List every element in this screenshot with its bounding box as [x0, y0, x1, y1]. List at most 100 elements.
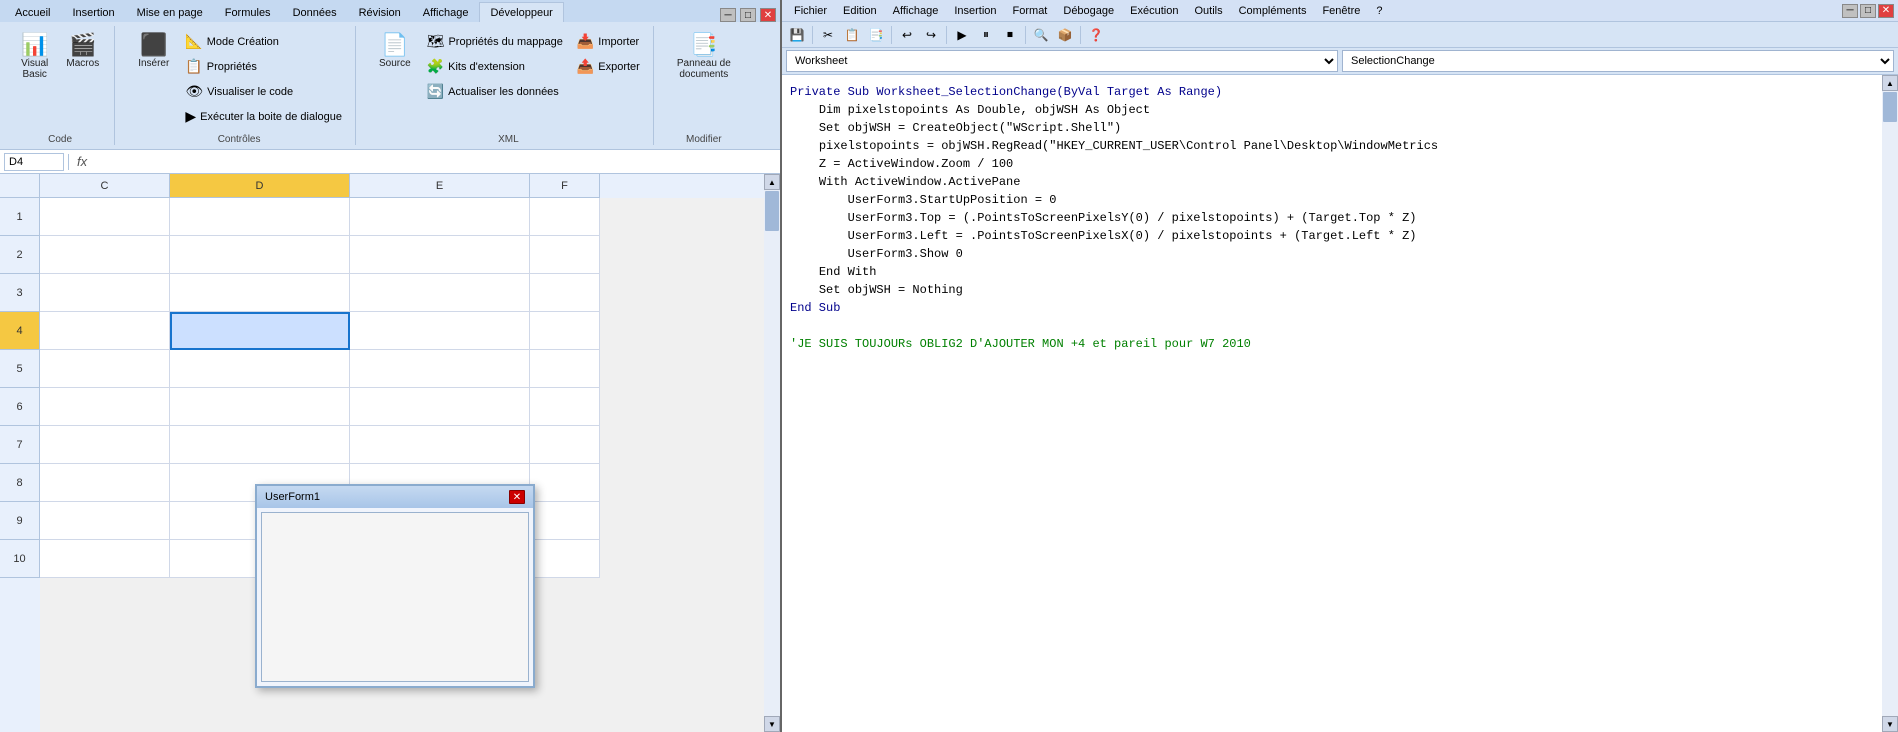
mode-creation-button[interactable]: 📐 Mode Création: [180, 30, 347, 53]
formula-input[interactable]: [95, 156, 776, 168]
cell-e5[interactable]: [350, 350, 530, 388]
cell-c8[interactable]: [40, 464, 170, 502]
vbe-menu-debogage[interactable]: Débogage: [1055, 3, 1122, 19]
vbe-menu-fenetre[interactable]: Fenêtre: [1314, 3, 1368, 19]
cell-d7[interactable]: [170, 426, 350, 464]
cell-f9[interactable]: [530, 502, 600, 540]
vbe-menu-outils[interactable]: Outils: [1186, 3, 1230, 19]
panneau-docs-button[interactable]: 📑 Panneau dedocuments: [670, 30, 738, 84]
row-num-5[interactable]: 5: [0, 350, 40, 388]
cell-e2[interactable]: [350, 236, 530, 274]
cell-reference-input[interactable]: [4, 153, 64, 171]
scroll-thumb[interactable]: [765, 191, 779, 231]
cell-f2[interactable]: [530, 236, 600, 274]
vbe-menu-affichage[interactable]: Affichage: [885, 3, 947, 19]
cell-c3[interactable]: [40, 274, 170, 312]
cell-d5[interactable]: [170, 350, 350, 388]
cell-e1[interactable]: [350, 198, 530, 236]
macros-button[interactable]: 🎬 Macros: [59, 30, 106, 73]
code-editor[interactable]: Private Sub Worksheet_SelectionChange(By…: [782, 75, 1882, 732]
col-header-d[interactable]: D: [170, 174, 350, 198]
excel-minimize-btn[interactable]: ─: [720, 8, 736, 22]
tab-insertion[interactable]: Insertion: [61, 2, 125, 22]
vbe-menu-help[interactable]: ?: [1368, 3, 1390, 19]
cell-c2[interactable]: [40, 236, 170, 274]
exporter-button[interactable]: 📤 Exporter: [572, 55, 645, 78]
vbe-menu-edition[interactable]: Edition: [835, 3, 885, 19]
vbe-tb-find[interactable]: 🔍: [1030, 25, 1052, 45]
vbe-menu-complements[interactable]: Compléments: [1231, 3, 1315, 19]
vbe-menu-fichier[interactable]: Fichier: [786, 3, 835, 19]
cell-e6[interactable]: [350, 388, 530, 426]
tab-formules[interactable]: Formules: [214, 2, 282, 22]
vbe-vertical-scrollbar[interactable]: ▲ ▼: [1882, 75, 1898, 732]
cell-c6[interactable]: [40, 388, 170, 426]
col-header-f[interactable]: F: [530, 174, 600, 198]
cell-f3[interactable]: [530, 274, 600, 312]
cell-f6[interactable]: [530, 388, 600, 426]
tab-revision[interactable]: Révision: [348, 2, 412, 22]
row-num-10[interactable]: 10: [0, 540, 40, 578]
excel-restore-btn[interactable]: □: [740, 8, 756, 22]
vbe-tb-stop[interactable]: ⏹: [999, 25, 1021, 45]
col-header-c[interactable]: C: [40, 174, 170, 198]
vbe-tb-save[interactable]: 💾: [786, 25, 808, 45]
tab-accueil[interactable]: Accueil: [4, 2, 61, 22]
tab-affichage[interactable]: Affichage: [412, 2, 480, 22]
row-num-7[interactable]: 7: [0, 426, 40, 464]
vbe-tb-undo[interactable]: ↩: [896, 25, 918, 45]
vbe-object-selector[interactable]: Worksheet: [786, 50, 1338, 72]
row-num-9[interactable]: 9: [0, 502, 40, 540]
vbe-restore-btn[interactable]: □: [1860, 4, 1876, 18]
importer-button[interactable]: 📥 Importer: [572, 30, 645, 53]
visualiser-code-button[interactable]: 👁 Visualiser le code: [180, 80, 347, 103]
vbe-tb-objects[interactable]: 📦: [1054, 25, 1076, 45]
vbe-scroll-up[interactable]: ▲: [1882, 75, 1898, 91]
cell-d3[interactable]: [170, 274, 350, 312]
row-num-4[interactable]: 4: [0, 312, 40, 350]
scroll-track[interactable]: [764, 190, 780, 716]
cell-c1[interactable]: [40, 198, 170, 236]
vbe-tb-copy[interactable]: 📋: [841, 25, 863, 45]
cell-c10[interactable]: [40, 540, 170, 578]
vbe-menu-insertion[interactable]: Insertion: [946, 3, 1004, 19]
cell-d4[interactable]: [170, 312, 350, 350]
cell-c9[interactable]: [40, 502, 170, 540]
kits-extension-button[interactable]: 🧩 Kits d'extension: [422, 55, 568, 78]
cell-e7[interactable]: [350, 426, 530, 464]
cell-c4[interactable]: [40, 312, 170, 350]
proprietes-button[interactable]: 📋 Propriétés: [180, 55, 347, 78]
executer-dialog-button[interactable]: ▶ Exécuter la boite de dialogue: [180, 105, 347, 128]
vbe-event-selector[interactable]: SelectionChange: [1342, 50, 1894, 72]
scroll-up-btn[interactable]: ▲: [764, 174, 780, 190]
vbe-scroll-thumb[interactable]: [1883, 92, 1897, 122]
excel-close-btn[interactable]: ✕: [760, 8, 776, 22]
vbe-tb-redo[interactable]: ↪: [920, 25, 942, 45]
source-button[interactable]: 📄 Source: [372, 30, 418, 73]
cell-d6[interactable]: [170, 388, 350, 426]
cell-f5[interactable]: [530, 350, 600, 388]
userform-close-button[interactable]: ✕: [509, 490, 525, 504]
inserer-button[interactable]: ⬛ Insérer: [131, 30, 176, 73]
row-num-6[interactable]: 6: [0, 388, 40, 426]
cell-f4[interactable]: [530, 312, 600, 350]
row-num-2[interactable]: 2: [0, 236, 40, 274]
actualiser-button[interactable]: 🔄 Actualiser les données: [422, 80, 568, 103]
vertical-scrollbar[interactable]: ▲ ▼: [764, 174, 780, 732]
cell-f10[interactable]: [530, 540, 600, 578]
proprietes-mappage-button[interactable]: 🗺 Propriétés du mappage: [422, 30, 568, 53]
row-num-1[interactable]: 1: [0, 198, 40, 236]
visual-basic-button[interactable]: 📊 VisualBasic: [14, 30, 55, 84]
vbe-tb-paste[interactable]: 📑: [865, 25, 887, 45]
scroll-down-btn[interactable]: ▼: [764, 716, 780, 732]
vbe-scroll-down[interactable]: ▼: [1882, 716, 1898, 732]
vbe-scroll-track[interactable]: [1882, 91, 1898, 716]
cell-f7[interactable]: [530, 426, 600, 464]
cell-d1[interactable]: [170, 198, 350, 236]
cell-c5[interactable]: [40, 350, 170, 388]
vbe-tb-help[interactable]: ❓: [1085, 25, 1107, 45]
vbe-tb-run[interactable]: ▶: [951, 25, 973, 45]
col-header-e[interactable]: E: [350, 174, 530, 198]
vbe-minimize-btn[interactable]: ─: [1842, 4, 1858, 18]
vbe-tb-pause[interactable]: ⏸: [975, 25, 997, 45]
